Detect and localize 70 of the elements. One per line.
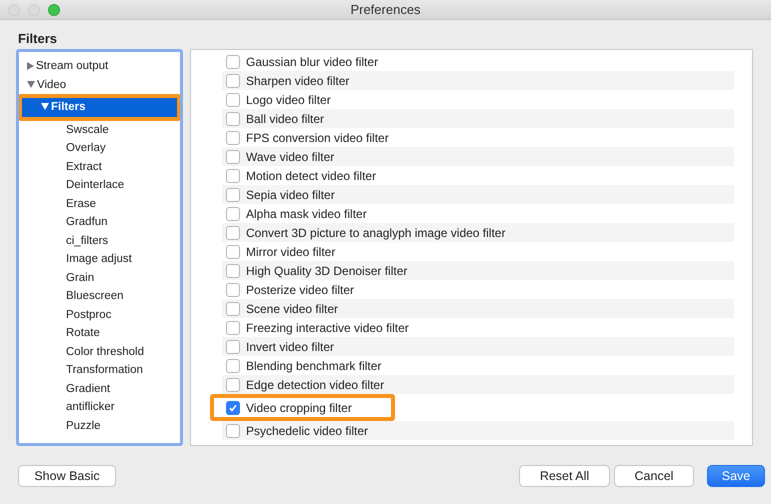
tree-item[interactable]: Gradfun xyxy=(19,213,180,232)
filter-label: Psychedelic video filter xyxy=(246,422,368,440)
filter-label: Blending benchmark filter xyxy=(246,358,382,374)
primary-button[interactable]: Save xyxy=(707,465,765,487)
tree-item[interactable]: Transformation xyxy=(19,361,180,380)
filter-label: Wave video filter xyxy=(246,148,334,166)
tree-item[interactable]: Bluescreen xyxy=(19,287,180,306)
tree-item[interactable]: antiflicker xyxy=(19,398,180,416)
checkbox[interactable] xyxy=(226,378,240,392)
tree-item[interactable]: ci_filters xyxy=(19,232,180,250)
filter-label: Mirror video filter xyxy=(246,244,336,260)
tree-item[interactable]: Puzzle xyxy=(19,416,180,435)
checkbox[interactable] xyxy=(226,226,240,240)
checkbox[interactable] xyxy=(226,358,240,372)
tree-item[interactable]: Deinterlace xyxy=(19,176,180,194)
checkbox[interactable] xyxy=(226,340,240,354)
filter-label: Logo video filter xyxy=(246,92,331,108)
checkbox[interactable] xyxy=(226,302,240,316)
checkbox[interactable] xyxy=(226,130,240,144)
checkbox[interactable] xyxy=(226,424,240,438)
dialog-button[interactable]: Reset All xyxy=(519,465,610,487)
filter-label: Invert video filter xyxy=(246,338,334,356)
tree-item[interactable]: Overlay xyxy=(19,139,180,158)
checkbox[interactable] xyxy=(226,320,240,334)
checkbox[interactable] xyxy=(226,74,240,88)
section-title: Filters xyxy=(18,31,58,46)
checkbox[interactable] xyxy=(226,244,240,258)
tree-item[interactable]: Gradient xyxy=(19,380,180,398)
checkbox[interactable] xyxy=(226,282,240,296)
checkbox[interactable] xyxy=(226,206,240,220)
filter-label: Motion detect video filter xyxy=(246,168,376,184)
window-title: Preferences xyxy=(350,2,421,17)
filter-label: Alpha mask video filter xyxy=(246,206,367,222)
tree-item[interactable]: Postproc xyxy=(19,306,180,324)
checkbox[interactable] xyxy=(226,150,240,164)
checkbox[interactable] xyxy=(226,188,240,202)
tree-item[interactable]: Grain xyxy=(19,268,180,287)
tree-item[interactable]: Swscale xyxy=(19,120,180,139)
tree-item[interactable]: Extract xyxy=(19,158,180,176)
filter-label: Sepia video filter xyxy=(246,186,335,204)
filter-label: Ball video filter xyxy=(246,110,324,128)
tree-item[interactable]: Image adjust xyxy=(19,250,180,268)
filter-label: Freezing interactive video filter xyxy=(246,320,409,336)
collapsed-arrow-icon[interactable] xyxy=(27,62,34,70)
filter-label: Gaussian blur video filter xyxy=(246,54,378,70)
filter-label: High Quality 3D Denoiser filter xyxy=(246,262,408,280)
checkbox[interactable] xyxy=(226,400,240,414)
filter-label: FPS conversion video filter xyxy=(246,130,389,146)
expanded-arrow-icon[interactable] xyxy=(27,80,35,88)
dialog-button[interactable]: Cancel xyxy=(614,465,694,487)
filter-label: Video cropping filter xyxy=(246,400,352,416)
tree-item[interactable]: Rotate xyxy=(19,324,180,342)
filter-label: Scene video filter xyxy=(246,300,338,318)
filter-label: Sharpen video filter xyxy=(246,72,350,90)
checkbox[interactable] xyxy=(226,168,240,182)
checkbox[interactable] xyxy=(226,92,240,106)
filter-label: Convert 3D picture to anaglyph image video filter xyxy=(246,224,506,242)
filter-label: Edge detection video filter xyxy=(246,376,384,394)
checkbox[interactable] xyxy=(226,264,240,278)
filter-label: Posterize video filter xyxy=(246,282,354,298)
dialog-button[interactable]: Show Basic xyxy=(18,465,116,487)
checkbox[interactable] xyxy=(226,112,240,126)
tree-item[interactable]: Color threshold xyxy=(19,342,180,361)
tree-item[interactable]: Filters xyxy=(22,98,177,116)
tree-item[interactable]: Erase xyxy=(19,194,180,213)
zoom-button[interactable] xyxy=(48,4,60,16)
checkmark-icon xyxy=(228,402,238,412)
tree-item[interactable]: Stream output xyxy=(19,57,180,76)
tree-item[interactable]: Video xyxy=(19,76,180,94)
checkbox[interactable] xyxy=(226,54,240,68)
